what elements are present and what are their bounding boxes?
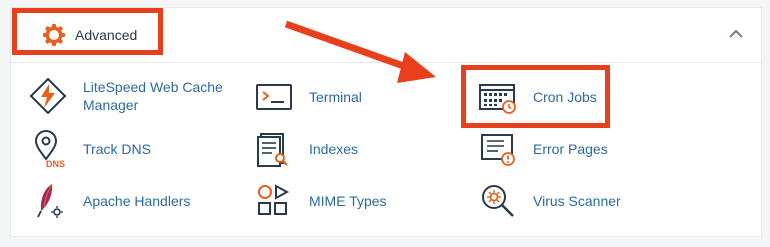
dns-pin-icon: DNS xyxy=(34,130,65,169)
item-label: Error Pages xyxy=(533,141,608,157)
litespeed-icon xyxy=(29,77,67,115)
section-title[interactable]: Advanced xyxy=(43,24,137,46)
item-indexes[interactable]: Indexes xyxy=(254,129,358,169)
feather-pen-icon xyxy=(37,183,63,218)
document-warning-icon xyxy=(481,134,515,166)
item-label: LiteSpeed Web Cache Manager xyxy=(83,79,223,113)
item-label: Apache Handlers xyxy=(83,193,191,209)
item-label: Indexes xyxy=(309,141,359,157)
item-mime-types[interactable]: MIME Types xyxy=(254,181,387,221)
virus-magnifier-icon xyxy=(482,185,514,217)
terminal-icon xyxy=(256,84,292,110)
gear-icon xyxy=(43,24,65,46)
section-header[interactable]: Advanced xyxy=(11,8,761,63)
item-label: MIME Types xyxy=(309,193,387,209)
item-track-dns[interactable]: DNS Track DNS xyxy=(28,129,151,169)
item-label: Track DNS xyxy=(83,141,151,157)
advanced-section-panel: Advanced LiteSpeed Web Cache Manager Ter… xyxy=(10,7,762,237)
shapes-play-icon xyxy=(258,184,290,215)
svg-text:DNS: DNS xyxy=(46,159,65,169)
item-litespeed-web-cache-manager[interactable]: LiteSpeed Web Cache Manager xyxy=(28,76,223,116)
item-apache-handlers[interactable]: Apache Handlers xyxy=(28,181,190,221)
item-error-pages[interactable]: Error Pages xyxy=(478,129,608,169)
item-label: Cron Jobs xyxy=(533,89,597,105)
item-label: Virus Scanner xyxy=(533,193,621,209)
calendar-clock-icon xyxy=(479,84,516,114)
item-label: Terminal xyxy=(309,89,362,105)
item-cron-jobs[interactable]: Cron Jobs xyxy=(478,77,597,117)
item-terminal[interactable]: Terminal xyxy=(254,77,362,117)
document-search-icon xyxy=(257,133,288,167)
chevron-up-icon[interactable] xyxy=(726,26,746,42)
section-title-label: Advanced xyxy=(75,27,138,43)
item-virus-scanner[interactable]: Virus Scanner xyxy=(478,181,621,221)
